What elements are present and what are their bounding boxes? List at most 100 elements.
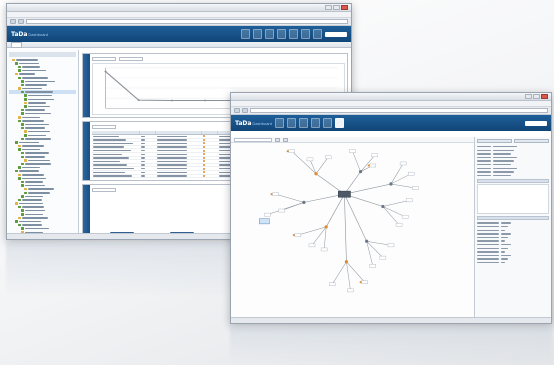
- network-node[interactable]: [308, 243, 316, 248]
- network-node[interactable]: [371, 153, 379, 158]
- front-window-titlebar: [231, 93, 551, 101]
- server-icon: [18, 166, 21, 169]
- network-link: [382, 200, 410, 207]
- zoom-in-icon[interactable]: [275, 137, 280, 142]
- properties-button[interactable]: [514, 139, 549, 143]
- chart-icon[interactable]: [253, 29, 262, 39]
- network-node[interactable]: [306, 157, 314, 162]
- network-hub-node[interactable]: [338, 190, 351, 198]
- network-node[interactable]: [347, 288, 354, 293]
- network-graph[interactable]: [231, 143, 474, 317]
- network-node[interactable]: [399, 161, 407, 166]
- database-icon[interactable]: [289, 29, 298, 39]
- third-panel-select[interactable]: [92, 187, 116, 192]
- selected-node[interactable]: [259, 218, 270, 225]
- server-icon[interactable]: [241, 29, 250, 39]
- home-icon[interactable]: [313, 29, 322, 39]
- network-node[interactable]: [324, 225, 328, 229]
- chart-type-select[interactable]: [92, 56, 116, 61]
- server-icon: [15, 141, 18, 144]
- database-icon[interactable]: [322, 118, 332, 128]
- network-node[interactable]: [401, 214, 409, 219]
- back-browser-toolbar: [7, 18, 351, 26]
- network-node[interactable]: [272, 192, 279, 196]
- graph-search-input[interactable]: [234, 137, 272, 142]
- forward-arrow-icon[interactable]: [18, 19, 24, 24]
- server-icon: [21, 126, 24, 130]
- network-node[interactable]: [412, 186, 419, 190]
- close-button[interactable]: [341, 5, 348, 10]
- forward-arrow-icon[interactable]: [242, 108, 248, 113]
- front-window-body: [231, 137, 551, 317]
- network-node[interactable]: [369, 264, 376, 268]
- network-node[interactable]: [324, 155, 332, 160]
- network-node[interactable]: [288, 149, 295, 153]
- network-link: [344, 194, 367, 242]
- network-node[interactable]: [278, 208, 285, 213]
- header-search-input[interactable]: [325, 31, 347, 37]
- minimize-button[interactable]: [325, 5, 332, 10]
- network-node[interactable]: [381, 204, 385, 209]
- back-arrow-icon[interactable]: [234, 108, 240, 113]
- maximize-button[interactable]: [533, 94, 540, 99]
- network-link: [352, 151, 361, 172]
- status-icon: [203, 164, 205, 167]
- status-icon: [203, 146, 205, 149]
- status-icon: [203, 149, 205, 152]
- network-node[interactable]: [302, 200, 306, 205]
- network-node[interactable]: [405, 198, 413, 203]
- close-button[interactable]: [541, 94, 548, 99]
- header-search-input[interactable]: [525, 120, 547, 126]
- user-icon[interactable]: [334, 118, 344, 128]
- server-icon: [15, 62, 18, 65]
- zoom-out-icon[interactable]: [283, 137, 288, 142]
- server-icon: [24, 98, 27, 101]
- status-icon: [203, 174, 205, 177]
- table-filter-select[interactable]: [92, 124, 116, 129]
- network-node[interactable]: [264, 212, 271, 217]
- network-node[interactable]: [389, 182, 393, 186]
- chart-icon[interactable]: [286, 118, 296, 128]
- properties-button[interactable]: [477, 139, 512, 143]
- maximize-button[interactable]: [333, 5, 340, 10]
- network-node[interactable]: [344, 260, 349, 264]
- network-node[interactable]: [361, 280, 368, 284]
- folder-icon: [24, 159, 27, 162]
- monitor-icon[interactable]: [277, 29, 286, 39]
- property-row[interactable]: [477, 174, 549, 178]
- network-node[interactable]: [294, 233, 302, 237]
- server-icon: [18, 148, 21, 151]
- server-icon: [24, 191, 27, 195]
- network-node[interactable]: [387, 243, 395, 248]
- network-link: [346, 261, 365, 283]
- property-row[interactable]: [477, 261, 549, 265]
- network-node[interactable]: [407, 171, 415, 176]
- gear-icon[interactable]: [265, 29, 274, 39]
- server-icon: [21, 123, 24, 126]
- network-link: [325, 194, 345, 228]
- server-icon[interactable]: [274, 118, 284, 128]
- gear-icon[interactable]: [298, 118, 308, 128]
- network-node[interactable]: [329, 282, 336, 286]
- chart-range-select[interactable]: [119, 56, 143, 61]
- minimize-button[interactable]: [525, 94, 532, 99]
- network-node[interactable]: [358, 170, 363, 174]
- back-window-controls: [325, 5, 348, 10]
- tab[interactable]: [35, 43, 43, 47]
- tab-selected[interactable]: [11, 41, 23, 48]
- network-node[interactable]: [369, 163, 376, 168]
- network-node[interactable]: [314, 172, 318, 176]
- address-bar[interactable]: [26, 19, 348, 24]
- properties-list: [477, 221, 549, 264]
- network-node[interactable]: [379, 255, 387, 260]
- network-node[interactable]: [395, 223, 403, 227]
- network-node[interactable]: [320, 247, 328, 252]
- tab[interactable]: [25, 43, 32, 47]
- properties-buttons: [477, 139, 549, 143]
- address-bar[interactable]: [250, 108, 548, 113]
- network-node[interactable]: [365, 239, 369, 243]
- network-node[interactable]: [349, 149, 356, 153]
- back-arrow-icon[interactable]: [10, 19, 16, 24]
- monitor-icon[interactable]: [310, 118, 320, 128]
- user-icon[interactable]: [301, 29, 310, 39]
